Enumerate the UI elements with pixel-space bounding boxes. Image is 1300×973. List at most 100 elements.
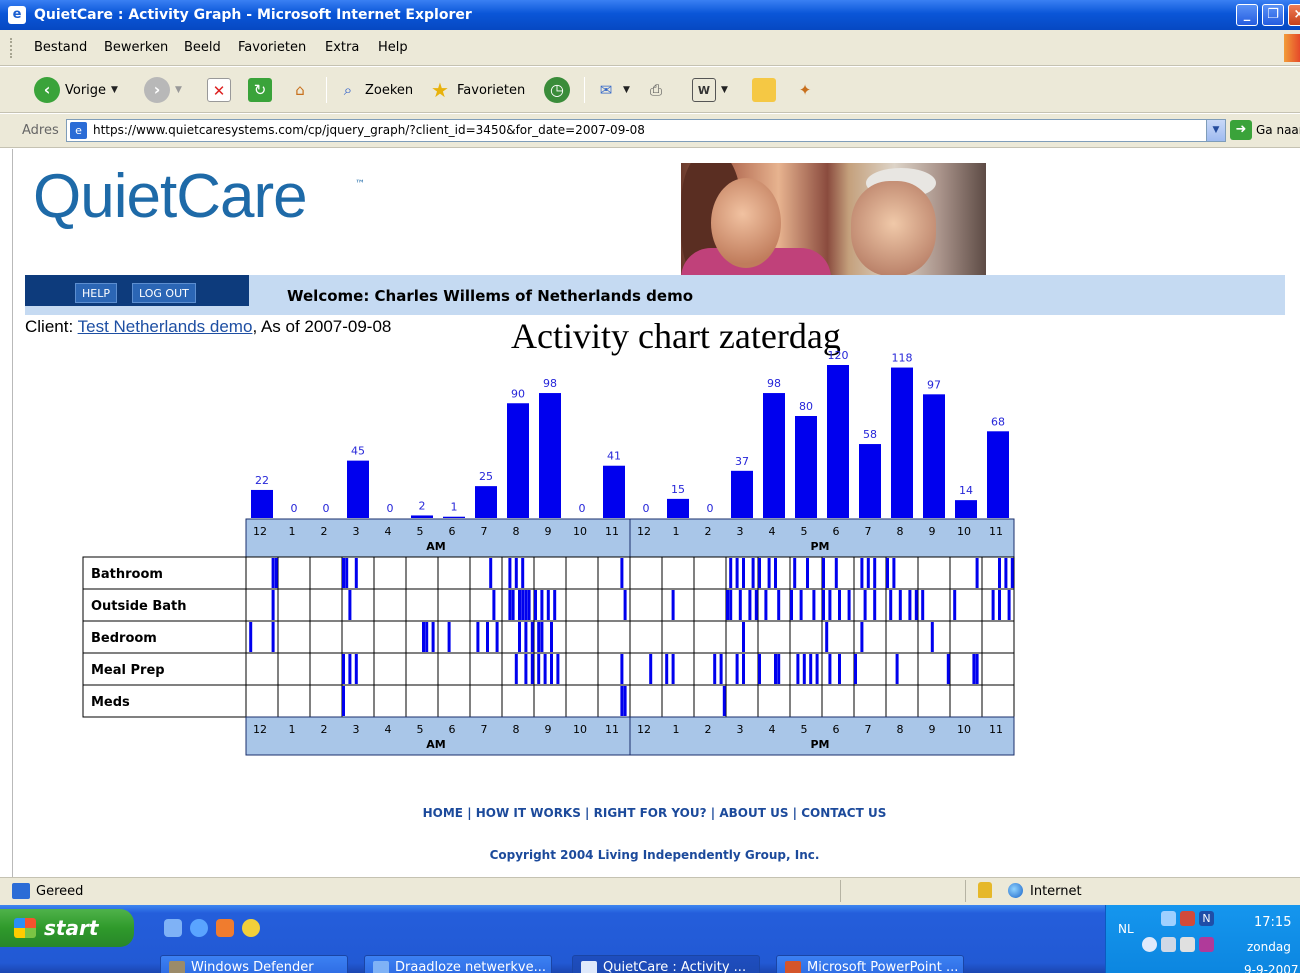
footer-link-about-us[interactable]: ABOUT US (719, 806, 788, 820)
forward-button[interactable]: › ▼ (144, 76, 182, 104)
hour-cell (533, 556, 567, 590)
hour-cell (277, 620, 311, 654)
hour-tick-label: 6 (833, 723, 840, 736)
back-button[interactable]: ‹ Vorige ▼ (34, 76, 118, 104)
task-wireless-network[interactable]: Draadloze netwerkve... (364, 955, 552, 973)
activity-event-mark (342, 558, 345, 588)
footer-link-how-it-works[interactable]: HOW IT WORKS (476, 806, 581, 820)
activity-event-mark (815, 654, 819, 684)
network-icon[interactable] (1161, 911, 1176, 926)
refresh-button[interactable]: ↻ (248, 76, 272, 104)
hour-cell (597, 620, 631, 654)
clock-time[interactable]: 17:15 (1254, 915, 1291, 930)
period-label: AM (426, 540, 445, 553)
computer-icon[interactable] (1161, 937, 1176, 952)
client-link[interactable]: Test Netherlands demo (78, 317, 253, 336)
hour-tick-label: 3 (353, 525, 360, 538)
task-windows-defender[interactable]: Windows Defender (160, 955, 348, 973)
hour-tick-label: 8 (897, 723, 904, 736)
security-alert-icon[interactable] (1180, 911, 1195, 926)
back-dropdown-icon[interactable]: ▼ (111, 85, 118, 95)
search-button[interactable]: ⌕ Zoeken (336, 76, 413, 104)
hour-cell (469, 588, 503, 622)
start-button[interactable]: start (0, 909, 134, 947)
hour-cell (917, 652, 951, 686)
display-icon[interactable] (1180, 937, 1195, 952)
menu-extra[interactable]: Extra (325, 40, 359, 55)
home-button[interactable]: ⌂ (288, 76, 312, 104)
footer-link-right-for-you[interactable]: RIGHT FOR YOU? (594, 806, 707, 820)
task-quietcare[interactable]: QuietCare : Activity ... (572, 955, 760, 973)
address-url[interactable]: https://www.quietcaresystems.com/cp/jque… (93, 123, 645, 137)
activity-event-mark (802, 654, 806, 684)
task-powerpoint[interactable]: Microsoft PowerPoint ... (776, 955, 964, 973)
hour-tick-label: 6 (449, 525, 456, 538)
activity-event-mark (518, 622, 521, 652)
go-button[interactable]: ➜ Ga naar (1230, 120, 1300, 140)
window-titlebar[interactable]: e QuietCare : Activity Graph - Microsoft… (0, 0, 1300, 30)
n-app-icon[interactable]: N (1199, 911, 1214, 926)
edit-dropdown-icon[interactable]: ▼ (721, 85, 728, 95)
hour-cell (533, 684, 567, 718)
help-button[interactable]: HELP (75, 283, 117, 303)
address-dropdown-icon[interactable]: ▼ (1206, 120, 1225, 141)
activity-event-mark (774, 654, 777, 684)
hour-tick-label: 5 (417, 525, 424, 538)
messenger-button[interactable]: ✦ (793, 76, 817, 104)
menu-favorieten[interactable]: Favorieten (238, 40, 306, 55)
language-indicator[interactable]: NL (1118, 922, 1134, 936)
activity-event-mark (524, 590, 528, 620)
activity-bar (859, 444, 881, 518)
menu-beeld[interactable]: Beeld (184, 40, 221, 55)
activity-event-mark (492, 590, 496, 620)
mail-button[interactable]: ✉ ▼ (594, 76, 630, 104)
footer-link-home[interactable]: HOME (423, 806, 463, 820)
header-photo (681, 163, 986, 275)
activity-event-mark (806, 558, 809, 588)
activity-event-mark (620, 558, 624, 588)
folder-button[interactable] (752, 76, 776, 104)
hour-cell (437, 588, 471, 622)
activity-event-mark (822, 558, 825, 588)
hour-cell (501, 652, 535, 686)
activity-event-mark (722, 686, 726, 716)
stop-button[interactable]: ✕ (207, 76, 231, 104)
quicklaunch-media-icon[interactable] (216, 919, 234, 937)
footer-link-contact-us[interactable]: CONTACT US (801, 806, 886, 820)
menu-bewerken[interactable]: Bewerken (104, 40, 168, 55)
logo-trademark: ™ (355, 179, 365, 190)
forward-arrow-icon: › (144, 77, 170, 103)
logout-button[interactable]: LOG OUT (132, 283, 196, 303)
hour-tick-label: 2 (705, 525, 712, 538)
maximize-button[interactable]: ❐ (1262, 4, 1284, 26)
quicklaunch-ie-icon[interactable] (190, 919, 208, 937)
menubar-grip[interactable] (10, 38, 13, 58)
forward-dropdown-icon[interactable]: ▼ (175, 85, 182, 95)
history-button[interactable]: ◷ (544, 76, 570, 104)
quicklaunch-app-icon[interactable] (242, 919, 260, 937)
mail-dropdown-icon[interactable]: ▼ (623, 85, 630, 95)
nav-button-area: HELP LOG OUT (25, 275, 249, 306)
hour-cell (373, 556, 407, 590)
hour-tick-label: 5 (801, 723, 808, 736)
hour-cell (821, 684, 855, 718)
lock-icon[interactable] (978, 882, 992, 898)
page-viewport[interactable]: QuietCare ™ HELP LOG OUT Welcome: Charle… (12, 149, 1300, 877)
minimize-button[interactable]: _ (1236, 4, 1258, 26)
activity-event-mark (553, 590, 557, 620)
activity-bar (539, 393, 561, 518)
quicklaunch-desktop-icon[interactable] (164, 919, 182, 937)
refresh-icon: ↻ (248, 78, 272, 102)
edit-button[interactable]: W ▼ (692, 76, 728, 104)
media-icon[interactable] (1199, 937, 1214, 952)
tray-expand-icon[interactable] (1142, 937, 1157, 952)
hour-cell (469, 684, 503, 718)
ie-app-icon[interactable]: e (8, 6, 26, 24)
standard-toolbar: ‹ Vorige ▼ › ▼ ✕ ↻ ⌂ ⌕ Zoeken ★ Favoriet… (0, 67, 1300, 113)
close-button[interactable]: × (1288, 4, 1300, 26)
menu-help[interactable]: Help (378, 40, 408, 55)
favorites-button[interactable]: ★ Favorieten (428, 76, 525, 104)
menu-bestand[interactable]: Bestand (34, 40, 87, 55)
address-input[interactable]: e https://www.quietcaresystems.com/cp/jq… (66, 119, 1226, 142)
print-button[interactable]: ⎙ (644, 76, 668, 104)
